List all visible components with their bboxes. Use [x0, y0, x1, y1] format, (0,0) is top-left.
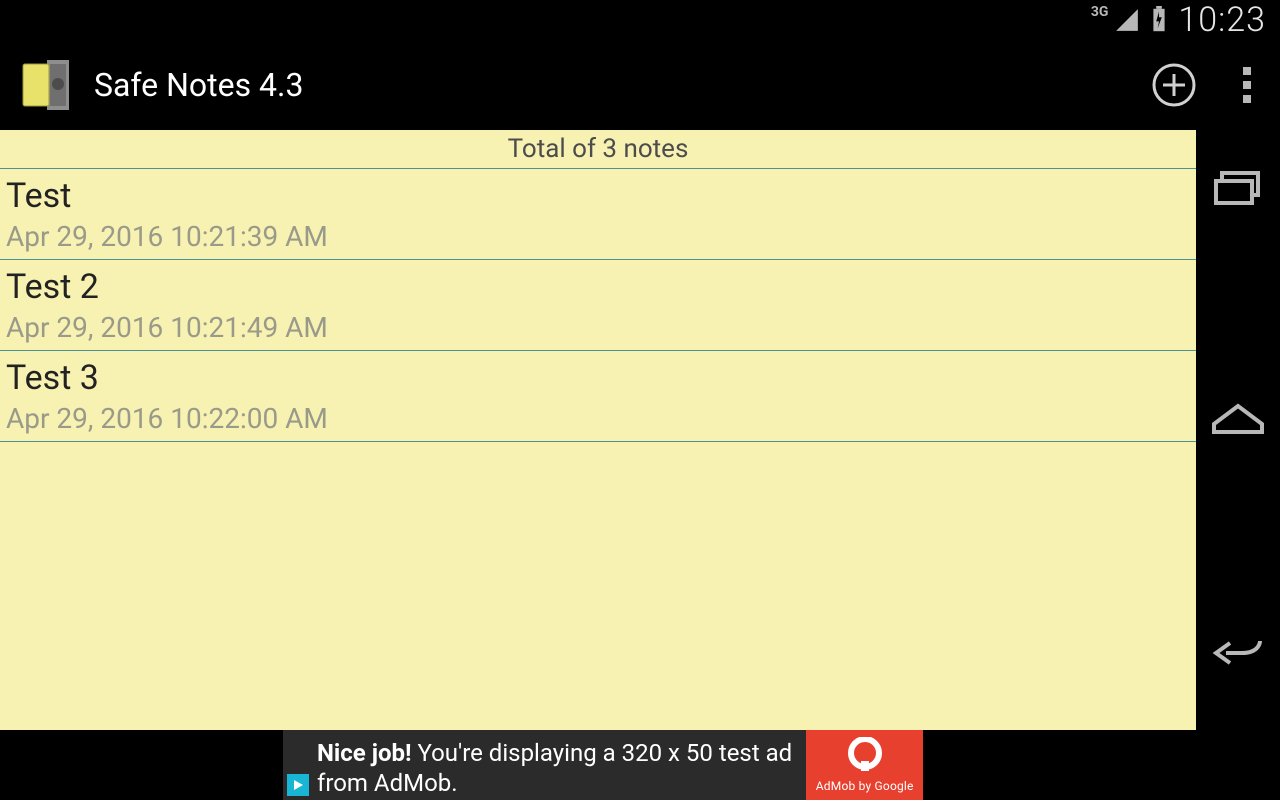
adchoices-icon[interactable]	[287, 774, 309, 796]
note-item[interactable]: Test 3 Apr 29, 2016 10:22:00 AM	[0, 351, 1196, 442]
note-title: Test 2	[6, 266, 1190, 309]
ad-brand-badge: AdMob by Google	[806, 730, 923, 800]
notes-panel: Total of 3 notes Test Apr 29, 2016 10:21…	[0, 130, 1196, 730]
ad-brand-label: AdMob by Google	[816, 779, 914, 793]
back-button[interactable]	[1210, 633, 1266, 673]
admob-icon	[847, 737, 883, 773]
ad-banner[interactable]: Nice job! You're displaying a 320 x 50 t…	[283, 730, 923, 800]
status-bar: 3G 10:23	[0, 0, 1280, 40]
note-title: Test 3	[6, 357, 1190, 400]
system-nav-bar	[1196, 40, 1280, 800]
app-bar: Safe Notes 4.3	[0, 40, 1280, 130]
notes-count-header: Total of 3 notes	[0, 130, 1196, 169]
status-clock: 10:23	[1178, 0, 1266, 40]
note-title: Test	[6, 175, 1190, 218]
note-item[interactable]: Test Apr 29, 2016 10:21:39 AM	[0, 169, 1196, 260]
network-type-label: 3G	[1091, 4, 1109, 20]
note-item[interactable]: Test 2 Apr 29, 2016 10:21:49 AM	[0, 260, 1196, 351]
note-timestamp: Apr 29, 2016 10:22:00 AM	[6, 402, 1190, 436]
ad-text: Nice job! You're displaying a 320 x 50 t…	[283, 730, 806, 800]
home-button[interactable]	[1210, 400, 1266, 440]
app-icon	[14, 56, 78, 114]
ad-text-bold: Nice job!	[317, 739, 412, 767]
recent-apps-button[interactable]	[1212, 167, 1264, 207]
app-title: Safe Notes 4.3	[94, 66, 1152, 104]
note-timestamp: Apr 29, 2016 10:21:49 AM	[6, 311, 1190, 345]
signal-icon	[1114, 7, 1140, 33]
note-timestamp: Apr 29, 2016 10:21:39 AM	[6, 220, 1190, 254]
add-note-button[interactable]	[1152, 63, 1196, 107]
battery-icon	[1150, 6, 1168, 34]
